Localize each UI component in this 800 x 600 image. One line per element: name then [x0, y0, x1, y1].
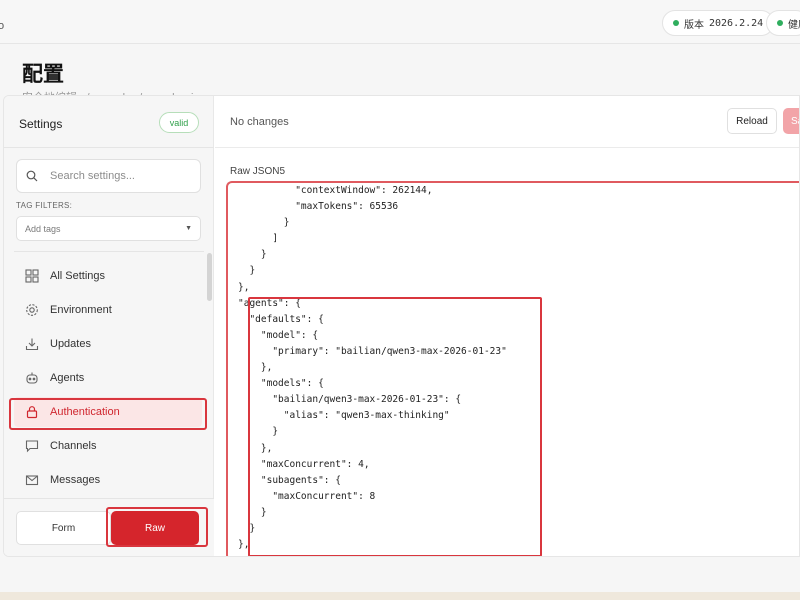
- code-line: },: [238, 539, 250, 551]
- sidebar-item-channels[interactable]: Channels: [14, 431, 202, 461]
- code-line: "contextWindow": 262144,: [238, 185, 433, 196]
- chevron-down-icon: ▼: [185, 225, 192, 232]
- raw-json-editor[interactable]: "contextWindow": 262144, "maxTokens": 65…: [226, 181, 799, 556]
- mail-icon: [24, 472, 40, 488]
- sidebar-item-environment[interactable]: Environment: [14, 295, 202, 325]
- save-button[interactable]: Save: [783, 108, 799, 134]
- code-line: }: [238, 522, 256, 534]
- sidebar-item-updates[interactable]: Updates: [14, 329, 202, 359]
- version-label: 版本: [684, 19, 704, 31]
- lock-icon: [24, 404, 40, 420]
- code-line: "models": {: [238, 378, 324, 390]
- health-dot-icon: [777, 20, 783, 26]
- code-line: "maxConcurrent": 8: [238, 490, 376, 502]
- search-box[interactable]: [16, 159, 201, 193]
- sidebar-item-all-settings[interactable]: All Settings: [14, 261, 202, 291]
- robot-icon: [24, 370, 40, 386]
- code-line: "model": {: [238, 329, 319, 341]
- code-line: "maxConcurrent": 4,: [238, 458, 370, 470]
- settings-card: Settings valid TAG FILTERS: Add tags ▼ A…: [3, 95, 800, 557]
- sidebar-item-label: Authentication: [50, 406, 120, 418]
- health-pill[interactable]: 健康: [766, 10, 800, 36]
- code-line: }: [238, 249, 267, 261]
- sidebar-header: Settings valid: [4, 96, 214, 148]
- code-line: },: [238, 442, 273, 454]
- code-line: ]: [238, 233, 279, 245]
- health-label: 健康: [788, 19, 800, 31]
- search-icon: [26, 170, 44, 182]
- page-title: 配置: [22, 63, 64, 86]
- raw-mode-button[interactable]: Raw: [111, 511, 199, 545]
- code-line: "maxTokens": 65536: [238, 201, 399, 213]
- sidebar-item-label: All Settings: [50, 270, 106, 282]
- status-dot-icon: [673, 20, 679, 26]
- gear-icon: [24, 302, 40, 318]
- valid-badge: valid: [159, 112, 199, 133]
- code-line: "subagents": {: [238, 474, 341, 486]
- editor-header: No changes Reload Save: [215, 96, 799, 148]
- reload-button[interactable]: Reload: [727, 108, 777, 134]
- sidebar-scrollbar[interactable]: [207, 253, 212, 301]
- code-lines: "contextWindow": 262144, "maxTokens": 65…: [238, 183, 507, 553]
- sidebar-item-label: Environment: [50, 304, 112, 316]
- code-line: }: [238, 506, 267, 518]
- form-mode-button[interactable]: Form: [16, 511, 111, 545]
- change-status: No changes: [230, 116, 289, 128]
- tag-filter-select[interactable]: Add tags ▼: [16, 216, 201, 241]
- topbar-edge-text: o: [0, 20, 5, 32]
- code-line: },: [238, 281, 250, 293]
- grid-icon: [24, 268, 40, 284]
- raw-json5-label: Raw JSON5: [230, 166, 286, 177]
- sidebar-item-label: Agents: [50, 372, 85, 384]
- chat-icon: [24, 438, 40, 454]
- sidebar-item-label: Messages: [50, 474, 101, 486]
- version-pill[interactable]: 版本 2026.2.24: [662, 10, 775, 36]
- top-bar: o 版本 2026.2.24 健康: [0, 0, 800, 44]
- nav-divider: [14, 251, 204, 252]
- code-line: },: [238, 362, 273, 374]
- code-line: "primary": "bailian/qwen3-max-2026-01-23…: [238, 345, 507, 357]
- sidebar-item-agents[interactable]: Agents: [14, 363, 202, 393]
- code-line: "defaults": {: [238, 313, 324, 325]
- sidebar-item-messages[interactable]: Messages: [14, 465, 202, 495]
- code-line: "agents": {: [238, 297, 301, 309]
- download-icon: [24, 336, 40, 352]
- code-line: }: [238, 265, 256, 277]
- sidebar-item-label: Channels: [50, 440, 97, 452]
- tag-filters-label: TAG FILTERS:: [16, 201, 73, 210]
- code-line: }: [238, 426, 279, 438]
- code-line: }: [238, 217, 290, 229]
- mode-switcher: Form Raw: [4, 498, 214, 556]
- sidebar-item-authentication[interactable]: Authentication: [14, 397, 202, 427]
- bottom-strip: [0, 592, 800, 600]
- version-value: 2026.2.24: [709, 17, 764, 29]
- settings-sidebar: Settings valid TAG FILTERS: Add tags ▼ A…: [4, 96, 214, 556]
- sidebar-item-label: Updates: [50, 338, 91, 350]
- tag-select-placeholder: Add tags: [25, 223, 61, 234]
- code-line: "alias": "qwen3-max-thinking": [238, 410, 450, 422]
- sidebar-title: Settings: [19, 117, 63, 131]
- code-line: "bailian/qwen3-max-2026-01-23": {: [238, 394, 462, 406]
- search-input[interactable]: [50, 170, 190, 182]
